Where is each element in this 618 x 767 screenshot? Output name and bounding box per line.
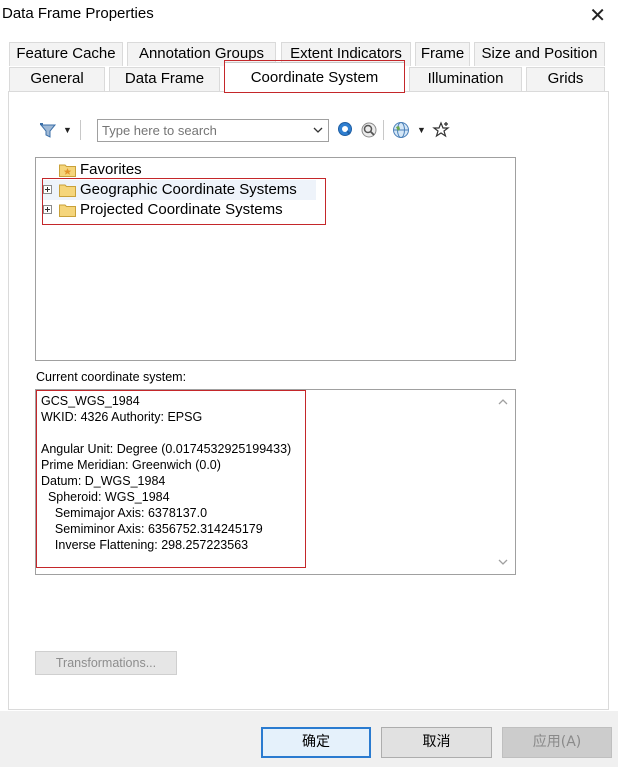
expand-icon[interactable] [43, 185, 52, 194]
ok-button[interactable]: 确定 [261, 727, 371, 758]
cs-line: Datum: D_WGS_1984 [41, 474, 166, 488]
cs-line: Semimajor Axis: 6378137.0 [41, 506, 208, 520]
folder-icon [59, 184, 76, 197]
tree-item-label: Favorites [80, 161, 142, 178]
cs-line: WKID: 4326 Authority: EPSG [41, 410, 203, 424]
window-title: Data Frame Properties [2, 5, 154, 22]
tab-coordinate-system[interactable]: Coordinate System [224, 62, 405, 92]
cs-line: Inverse Flattening: 298.257223563 [41, 538, 249, 552]
tab-frame[interactable]: Frame [415, 42, 470, 66]
tab-feature-cache[interactable]: Feature Cache [9, 42, 123, 66]
cs-line: Spheroid: WGS_1984 [41, 490, 170, 504]
tree-item-label: Projected Coordinate Systems [80, 201, 283, 218]
favorites-folder-icon [59, 164, 76, 177]
search-icon[interactable] [337, 121, 355, 139]
cs-line: Angular Unit: Degree (0.0174532925199433… [41, 442, 292, 456]
tab-grids[interactable]: Grids [526, 67, 605, 91]
scroll-up-icon[interactable] [496, 396, 510, 408]
globe-dropdown-icon[interactable]: ▼ [417, 125, 426, 135]
tab-size-and-position[interactable]: Size and Position [474, 42, 605, 66]
chevron-down-icon[interactable] [312, 123, 324, 137]
tab-data-frame[interactable]: Data Frame [109, 67, 220, 91]
search-combo[interactable] [97, 119, 329, 142]
folder-icon [59, 204, 76, 217]
cs-line: Prime Meridian: Greenwich (0.0) [41, 458, 221, 472]
add-favorite-icon[interactable] [432, 121, 450, 139]
scroll-down-icon[interactable] [496, 556, 510, 568]
tree-item-label: Geographic Coordinate Systems [80, 181, 297, 198]
search-input[interactable] [100, 121, 309, 140]
cancel-button[interactable]: 取消 [381, 727, 492, 758]
tab-illumination[interactable]: Illumination [409, 67, 522, 91]
current-cs-label: Current coordinate system: [36, 370, 187, 384]
close-icon[interactable]: ✕ [589, 3, 606, 28]
toolbar-separator [383, 120, 384, 140]
transformations-button[interactable]: Transformations... [35, 651, 177, 675]
cs-line: Semiminor Axis: 6356752.314245179 [41, 522, 263, 536]
clear-search-icon[interactable] [360, 121, 378, 139]
cs-line: GCS_WGS_1984 [41, 394, 140, 408]
tab-general[interactable]: General [9, 67, 105, 91]
toolbar-separator [80, 120, 81, 140]
globe-icon[interactable] [392, 121, 410, 139]
dialog-window: Data Frame Properties ✕ Feature Cache An… [0, 0, 618, 767]
filter-dropdown-icon[interactable]: ▼ [63, 125, 72, 135]
filter-icon[interactable] [39, 122, 57, 140]
tree-item-projected[interactable]: Projected Coordinate Systems [43, 200, 323, 220]
apply-button[interactable]: 应用(A) [502, 727, 612, 758]
expand-icon[interactable] [43, 205, 52, 214]
tree-item-geographic[interactable]: Geographic Coordinate Systems [43, 180, 323, 200]
title-bar: Data Frame Properties ✕ [0, 0, 618, 30]
